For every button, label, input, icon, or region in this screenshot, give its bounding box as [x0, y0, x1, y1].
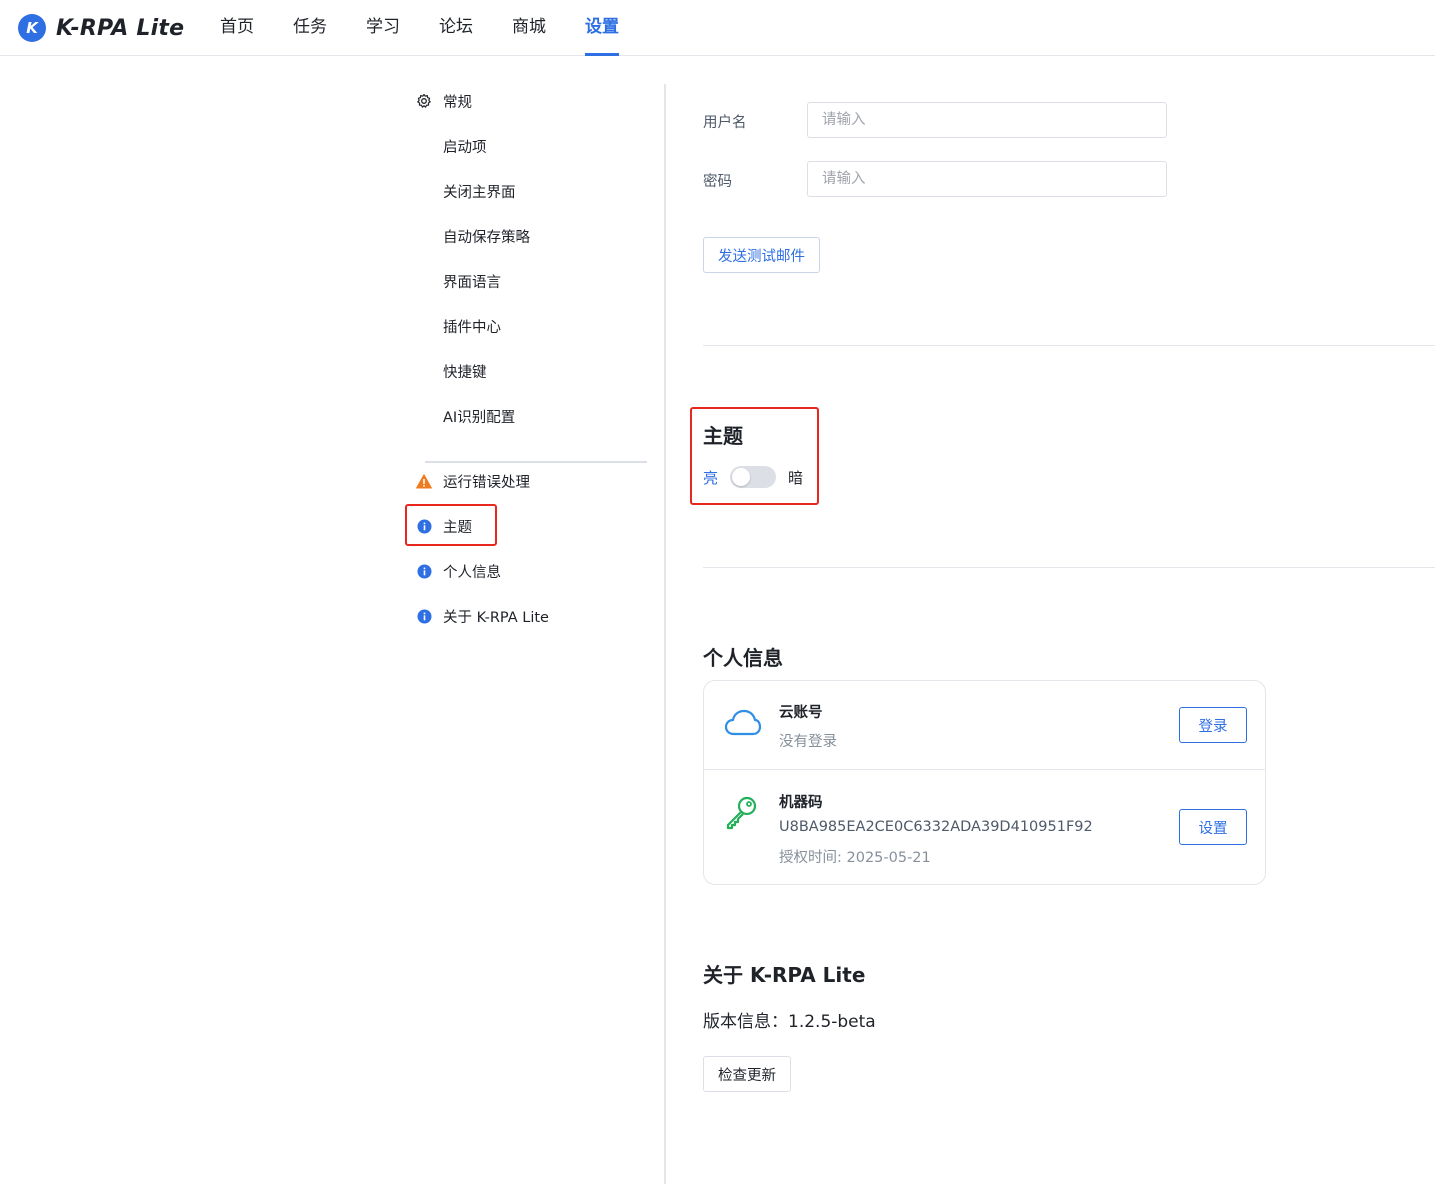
- key-icon: [724, 794, 760, 834]
- send-test-email-button[interactable]: 发送测试邮件: [703, 237, 820, 273]
- about-title: 关于 K-RPA Lite: [703, 963, 866, 987]
- sidebar-item-general[interactable]: 常规: [405, 84, 472, 118]
- sidebar-vertical-divider: [664, 84, 666, 1184]
- nav-item-home[interactable]: 首页: [220, 0, 254, 56]
- profile-title: 个人信息: [703, 646, 783, 670]
- machine-code-title: 机器码: [779, 795, 823, 811]
- sidebar-item-label: 自动保存策略: [443, 229, 530, 246]
- sidebar-item-shortcuts[interactable]: 快捷键: [405, 354, 487, 388]
- highlight-box-theme-sidebar: [405, 504, 497, 546]
- username-input[interactable]: [807, 102, 1167, 138]
- password-input[interactable]: [807, 161, 1167, 197]
- theme-dark-label: 暗: [788, 468, 804, 487]
- app-name: K-RPA Lite: [56, 15, 185, 41]
- main-nav: 首页 任务 学习 论坛 商城 设置: [220, 0, 658, 56]
- login-button[interactable]: 登录: [1179, 707, 1247, 743]
- cloud-account-row: 云账号 没有登录 登录: [704, 681, 1265, 770]
- sidebar-item-plugins[interactable]: 插件中心: [405, 309, 501, 343]
- settings-sidebar: 常规 启动项 关闭主界面 自动保存策略 界面语言 插件中心 快捷键 AI识别配置…: [405, 56, 665, 1184]
- sidebar-item-label: 运行错误处理: [443, 474, 530, 491]
- sidebar-item-label: 关闭主界面: [443, 184, 516, 201]
- nav-item-store[interactable]: 商城: [512, 0, 546, 56]
- cloud-account-status: 没有登录: [779, 734, 837, 750]
- sidebar-item-autosave[interactable]: 自动保存策略: [405, 219, 530, 253]
- cloud-account-title: 云账号: [779, 705, 823, 721]
- machine-settings-button[interactable]: 设置: [1179, 809, 1247, 845]
- auth-time: 授权时间: 2025-05-21: [779, 850, 931, 866]
- theme-light-label: 亮: [703, 468, 719, 487]
- logo-mark-icon: K: [18, 14, 46, 42]
- cloud-icon: [724, 708, 762, 742]
- username-label: 用户名: [703, 115, 747, 131]
- sidebar-item-about[interactable]: 关于 K-RPA Lite: [405, 599, 549, 633]
- gear-icon: [405, 93, 443, 109]
- theme-title: 主题: [703, 424, 743, 448]
- machine-code-value: U8BA985EA2CE0C6332ADA39D410951F92: [779, 819, 1093, 835]
- sidebar-item-label: 个人信息: [443, 564, 501, 581]
- sidebar-item-label: 快捷键: [443, 364, 487, 381]
- sidebar-item-ai-recognition[interactable]: AI识别配置: [405, 399, 515, 433]
- info-icon: [405, 609, 443, 624]
- settings-content: 用户名 密码 发送测试邮件 主题 亮 暗 个人信息 云账号 没有登录 登录 机器…: [690, 56, 1435, 1184]
- sidebar-item-language[interactable]: 界面语言: [405, 264, 501, 298]
- password-label: 密码: [703, 174, 732, 190]
- check-update-button[interactable]: 检查更新: [703, 1056, 791, 1092]
- nav-item-learning[interactable]: 学习: [366, 0, 400, 56]
- machine-code-row: 机器码 U8BA985EA2CE0C6332ADA39D410951F92 授权…: [704, 770, 1265, 884]
- sidebar-item-startup[interactable]: 启动项: [405, 129, 487, 163]
- section-divider: [703, 345, 1435, 346]
- nav-item-forum[interactable]: 论坛: [439, 0, 473, 56]
- nav-item-settings[interactable]: 设置: [585, 0, 619, 56]
- top-header: K K-RPA Lite 首页 任务 学习 论坛 商城 设置: [0, 0, 1435, 56]
- section-divider: [703, 567, 1435, 568]
- sidebar-item-profile[interactable]: 个人信息: [405, 554, 501, 588]
- sidebar-item-label: AI识别配置: [443, 409, 516, 426]
- sidebar-item-label: 关于 K-RPA Lite: [443, 609, 549, 626]
- sidebar-divider: [425, 461, 647, 463]
- sidebar-item-label: 插件中心: [443, 319, 501, 336]
- version-info: 版本信息：1.2.5-beta: [703, 1012, 876, 1032]
- info-icon: [405, 564, 443, 579]
- profile-card: 云账号 没有登录 登录 机器码 U8BA985EA2CE0C6332ADA39D…: [703, 680, 1266, 885]
- sidebar-item-label: 界面语言: [443, 274, 501, 291]
- theme-switch[interactable]: [730, 466, 777, 488]
- nav-item-tasks[interactable]: 任务: [293, 0, 327, 56]
- warning-icon: [405, 473, 443, 489]
- sidebar-item-label: 常规: [443, 94, 472, 111]
- switch-knob: [732, 468, 751, 486]
- app-logo[interactable]: K K-RPA Lite: [18, 14, 184, 42]
- sidebar-item-close-main[interactable]: 关闭主界面: [405, 174, 516, 208]
- sidebar-item-error-handling[interactable]: 运行错误处理: [405, 464, 530, 498]
- theme-toggle-row: 亮 暗: [703, 466, 803, 488]
- sidebar-item-label: 启动项: [443, 139, 487, 156]
